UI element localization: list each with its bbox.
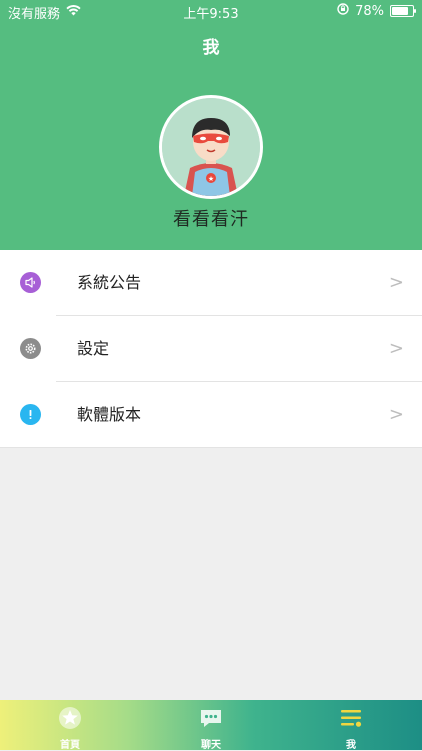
menu-item-software-version[interactable]: 軟體版本 > (0, 382, 422, 448)
profile-header: 沒有服務 上午9:53 78% 我 ★ 看看看汗 (0, 0, 422, 250)
tab-chat[interactable]: 聊天 (171, 700, 251, 751)
tab-me-label: 我 (346, 740, 356, 751)
menu-item-label: 系統公告 (77, 273, 142, 292)
list-menu-icon (341, 710, 362, 727)
tab-home-label: 首頁 (60, 740, 80, 751)
battery-percent: 78% (355, 3, 384, 19)
chat-bubble-icon (201, 710, 221, 727)
chevron-right-icon: > (388, 404, 404, 425)
menu-item-label: 設定 (77, 339, 110, 358)
tab-me[interactable]: 我 (311, 700, 391, 751)
svg-text:★: ★ (208, 175, 214, 183)
menu-item-settings[interactable]: 設定 > (0, 316, 422, 382)
star-home-icon (59, 707, 81, 729)
divider (0, 447, 422, 448)
settings-menu: 系統公告 > 設定 > 軟體版本 > (0, 250, 422, 448)
gear-icon (20, 338, 41, 359)
battery-icon (390, 5, 416, 17)
tab-chat-label: 聊天 (201, 740, 221, 751)
speaker-icon (20, 272, 41, 293)
info-icon (20, 404, 41, 425)
status-bar: 沒有服務 上午9:53 78% (0, 0, 422, 22)
chevron-right-icon: > (388, 338, 404, 359)
menu-item-label: 軟體版本 (77, 405, 142, 424)
page-title: 我 (202, 38, 220, 58)
avatar[interactable]: ★ (159, 95, 263, 199)
username: 看看看汗 (173, 209, 249, 230)
orientation-lock-icon (337, 3, 349, 19)
chevron-right-icon: > (388, 272, 404, 293)
superhero-avatar-icon: ★ (162, 98, 260, 196)
tab-bar: 首頁 聊天 我 (0, 700, 422, 751)
tab-home[interactable]: 首頁 (30, 700, 110, 751)
menu-item-announcements[interactable]: 系統公告 > (0, 250, 422, 316)
